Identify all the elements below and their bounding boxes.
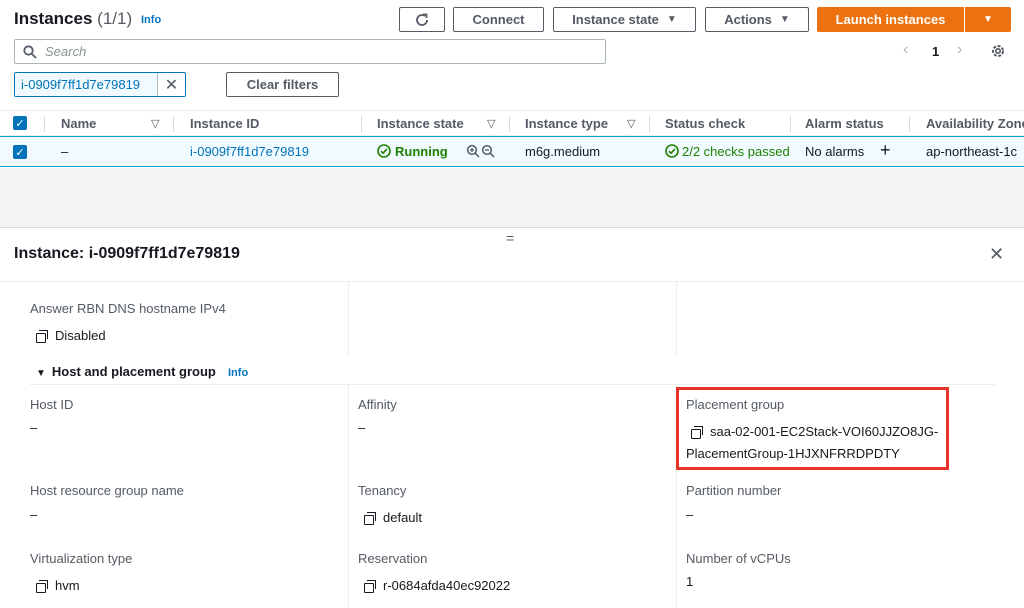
sort-icon[interactable]: ▽ [627,117,635,130]
affinity-label: Affinity [358,397,397,412]
cell-instance-type: m6g.medium [525,144,601,159]
rbn-dns-label: Answer RBN DNS hostname IPv4 [30,301,226,316]
host-resource-group-value: – [30,507,38,522]
instance-count: (1/1) [97,9,133,28]
divider [676,282,677,356]
zoom-in-icon[interactable] [466,144,480,161]
refresh-button[interactable] [399,7,445,32]
table-header: ✓ Name ▽ Instance ID Instance state ▽ In… [0,110,1024,136]
partition-number-label: Partition number [686,483,782,498]
row-checkbox[interactable]: ✓ [13,145,27,159]
instance-state-button[interactable]: Instance state ▼ [553,7,696,32]
divider [0,281,1024,282]
rbn-dns-value: Disabled [36,328,106,343]
host-id-value: – [30,420,38,435]
copy-icon[interactable] [36,330,48,343]
copy-icon[interactable] [364,580,376,593]
cell-status-check: 2/2 checks passed [665,144,790,159]
caret-down-icon: ▼ [36,368,46,379]
page-number[interactable]: 1 [932,44,939,59]
search-icon [23,44,37,59]
check-circle-icon [665,144,679,158]
next-page-icon[interactable]: › [957,41,962,59]
resize-handle[interactable]: = [506,230,514,246]
sort-icon[interactable]: ▽ [487,117,495,130]
affinity-value: – [358,420,366,435]
remove-filter-icon[interactable]: ✕ [157,73,185,96]
table-empty-area [0,168,1024,228]
launch-instances-button[interactable]: Launch instances [817,7,964,32]
cell-availability-zone: ap-northeast-1c [926,144,1018,159]
add-alarm-icon[interactable]: + [880,140,891,161]
vcpu-count-label: Number of vCPUs [686,551,791,566]
filter-token-label: i-0909f7ff1d7e79819 [15,73,157,96]
copy-icon[interactable] [364,512,376,525]
search-input[interactable]: Search [14,39,606,64]
partition-number-value: – [686,507,694,522]
cell-alarm-status: No alarms [805,144,865,159]
vcpu-count-value: 1 [686,574,694,589]
actions-button[interactable]: Actions ▼ [705,7,809,32]
column-header-name[interactable]: Name [61,116,96,131]
cell-name: – [61,144,69,159]
page-title: Instances (1/1) [14,9,133,28]
check-circle-icon [377,144,391,158]
sort-icon[interactable]: ▽ [151,117,159,130]
details-title: Instance: i-0909f7ff1d7e79819 [14,245,240,262]
settings-gear-icon[interactable] [990,43,1006,62]
table-row[interactable]: ✓ – i-0909f7ff1d7e79819 Running m6g.medi… [0,136,1024,167]
virtualization-type-label: Virtualization type [30,551,133,566]
column-header-instance-type[interactable]: Instance type [525,116,608,131]
cell-instance-id-link[interactable]: i-0909f7ff1d7e79819 [190,144,309,159]
launch-dropdown-button[interactable]: ▼ [965,7,1011,32]
info-link[interactable]: Info [141,14,161,26]
divider [348,282,349,356]
virtualization-type-value: hvm [36,578,80,593]
column-header-instance-state[interactable]: Instance state [377,116,464,131]
host-id-label: Host ID [30,397,74,412]
host-placement-section-toggle[interactable]: ▼ Host and placement group [36,364,216,379]
tenancy-label: Tenancy [358,483,407,498]
highlight-box [676,387,949,470]
tenancy-value: default [364,510,422,525]
zoom-out-icon[interactable] [481,144,495,161]
column-header-alarm-status[interactable]: Alarm status [805,116,884,131]
divider [348,385,349,608]
copy-icon[interactable] [36,580,48,593]
cell-instance-state: Running [377,144,448,159]
column-header-availability-zone[interactable]: Availability Zone [926,116,1024,131]
select-all-checkbox[interactable]: ✓ [13,116,27,130]
caret-down-icon: ▼ [666,14,677,25]
clear-filters-button[interactable]: Clear filters [226,72,339,97]
divider [30,384,995,385]
prev-page-icon[interactable]: ‹ [903,41,908,59]
filter-token: i-0909f7ff1d7e79819 ✕ [14,72,186,97]
reservation-label: Reservation [358,551,428,566]
refresh-icon [416,13,428,26]
caret-down-icon: ▼ [983,14,993,25]
column-header-status-check[interactable]: Status check [665,116,745,131]
caret-down-icon: ▼ [779,14,790,25]
reservation-value: r-0684afda40ec92022 [364,578,510,593]
host-resource-group-label: Host resource group name [30,483,184,498]
section-info-link[interactable]: Info [228,367,248,379]
close-icon[interactable]: ✕ [989,244,1004,265]
column-header-instance-id[interactable]: Instance ID [190,116,259,131]
connect-button[interactable]: Connect [453,7,544,32]
